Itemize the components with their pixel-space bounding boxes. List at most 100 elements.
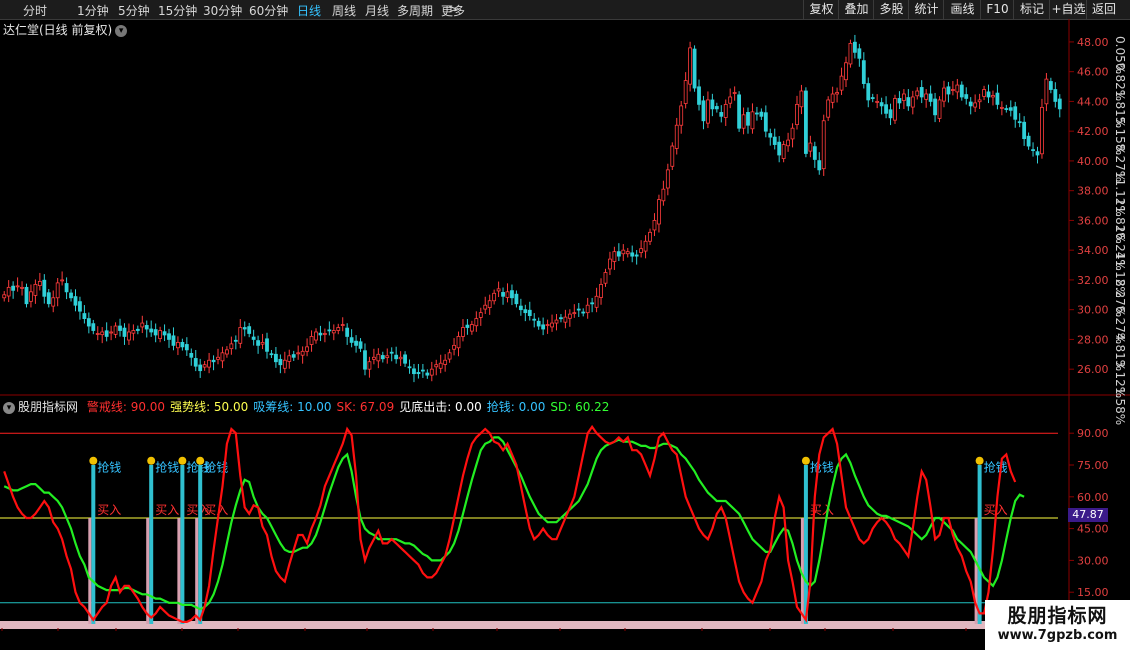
candle-141 xyxy=(630,245,635,263)
candle-183 xyxy=(817,152,822,175)
period-tab-4[interactable]: 30分钟 xyxy=(203,2,242,19)
candle-149 xyxy=(665,163,670,196)
candle-136 xyxy=(608,251,612,276)
candle-169 xyxy=(755,106,759,121)
signal-label: 抢钱 xyxy=(155,459,179,474)
toolbar-button-8[interactable]: 返回 xyxy=(1086,0,1121,19)
period-tab-6[interactable]: 日线 xyxy=(297,2,321,19)
toolbar-button-7[interactable]: +自选 xyxy=(1049,0,1087,19)
toolbar-button-6[interactable]: 标记 xyxy=(1013,0,1050,19)
candle-25 xyxy=(113,322,118,339)
candle-34 xyxy=(153,323,158,343)
candle-73 xyxy=(327,321,332,336)
candle-26 xyxy=(118,318,122,337)
candle-178 xyxy=(795,95,799,130)
candle-219 xyxy=(977,93,982,110)
signal-column-5 xyxy=(977,465,982,624)
candle-200 xyxy=(893,94,897,124)
candle-30 xyxy=(135,325,140,335)
moneybag-icon xyxy=(196,456,205,465)
candle-130 xyxy=(581,308,586,317)
candle-10 xyxy=(46,288,51,308)
candle-127 xyxy=(567,309,572,327)
candle-163 xyxy=(728,88,733,109)
candle-196 xyxy=(875,94,880,109)
candle-72 xyxy=(322,328,327,343)
period-tab-1[interactable]: 1分钟 xyxy=(77,2,109,19)
kline-chart[interactable]: 48.00 46.00 44.00 42.00 40.00 38.00 36.00 34.00… xyxy=(0,19,1130,631)
toolbar-button-0[interactable]: 复权 xyxy=(803,0,839,19)
candle-31 xyxy=(140,315,145,334)
candle-42 xyxy=(189,348,194,366)
price-tick-label: 38.00 xyxy=(1077,185,1109,198)
candle-66 xyxy=(296,345,301,360)
ind-tick-label: 45.00 xyxy=(1077,523,1109,536)
candle-118 xyxy=(527,301,532,321)
candle-37 xyxy=(167,328,171,348)
candle-23 xyxy=(104,322,109,342)
price-tick-label: 42.00 xyxy=(1077,125,1109,138)
indicator-menu-icon[interactable]: ▾ xyxy=(3,401,15,414)
moneybag-icon xyxy=(975,456,984,465)
candle-93 xyxy=(416,363,421,379)
candle-82 xyxy=(367,356,372,378)
toolbar-button-4[interactable]: 画线 xyxy=(943,0,981,19)
price-tick-label: 44.00 xyxy=(1077,95,1109,108)
candle-116 xyxy=(518,298,523,316)
price-tick-label: 28.00 xyxy=(1077,333,1109,346)
signal-column-1 xyxy=(149,465,154,624)
candle-20 xyxy=(91,319,96,335)
candle-100 xyxy=(447,349,452,363)
candle-28 xyxy=(127,323,131,345)
candle-69 xyxy=(309,330,314,352)
candle-75 xyxy=(336,323,341,335)
candle-105 xyxy=(469,320,474,335)
indicator-name: 股朋指标网 xyxy=(18,400,79,414)
candle-210 xyxy=(937,96,942,123)
candle-161 xyxy=(719,105,724,123)
candle-145 xyxy=(648,228,652,245)
candle-17 xyxy=(78,296,82,320)
period-tab-2[interactable]: 5分钟 xyxy=(118,2,150,19)
price-tick-label: 40.00 xyxy=(1077,155,1109,168)
toolbar-button-3[interactable]: 统计 xyxy=(908,0,944,19)
toolbar-button-1[interactable]: 叠加 xyxy=(838,0,874,19)
period-tab-7[interactable]: 周线 xyxy=(332,2,356,19)
volume-band xyxy=(0,621,1062,629)
ind-tick-label: 75.00 xyxy=(1077,459,1109,472)
candle-104 xyxy=(465,319,470,335)
period-tab-3[interactable]: 15分钟 xyxy=(158,2,197,19)
period-tab-8[interactable]: 月线 xyxy=(365,2,389,19)
period-tab-5[interactable]: 60分钟 xyxy=(249,2,288,19)
candle-235 xyxy=(1048,77,1053,94)
candle-119 xyxy=(532,313,537,328)
candle-109 xyxy=(487,294,492,315)
candle-151 xyxy=(674,117,679,155)
candle-1 xyxy=(6,280,11,303)
toolbar-button-2[interactable]: 多股 xyxy=(873,0,909,19)
candle-89 xyxy=(398,351,403,367)
toolbar-button-5[interactable]: F10 xyxy=(980,0,1014,19)
candle-32 xyxy=(144,320,149,338)
candle-63 xyxy=(282,351,287,374)
candle-6 xyxy=(29,284,33,308)
candle-110 xyxy=(492,289,497,305)
signal-label: 抢钱 xyxy=(810,459,834,474)
candle-158 xyxy=(706,91,710,129)
candle-153 xyxy=(683,72,688,109)
candle-140 xyxy=(625,247,630,258)
period-tab-9[interactable]: 多周期 xyxy=(397,2,433,19)
candle-206 xyxy=(919,80,924,104)
candle-226 xyxy=(1008,100,1013,117)
indicator-param-0: 警戒线: 90.00 xyxy=(86,400,166,414)
candle-144 xyxy=(643,235,648,259)
period-tab-0[interactable]: 分时 xyxy=(23,2,47,19)
more-arrow-icon[interactable]: > xyxy=(448,2,458,16)
candle-49 xyxy=(220,346,225,369)
price-tick-label: 48.00 xyxy=(1077,36,1109,49)
candle-33 xyxy=(149,320,154,337)
ind-tick-label: 30.00 xyxy=(1077,554,1109,567)
buy-label: 买入 xyxy=(155,503,179,517)
candle-22 xyxy=(100,327,105,344)
candle-236 xyxy=(1053,82,1058,108)
